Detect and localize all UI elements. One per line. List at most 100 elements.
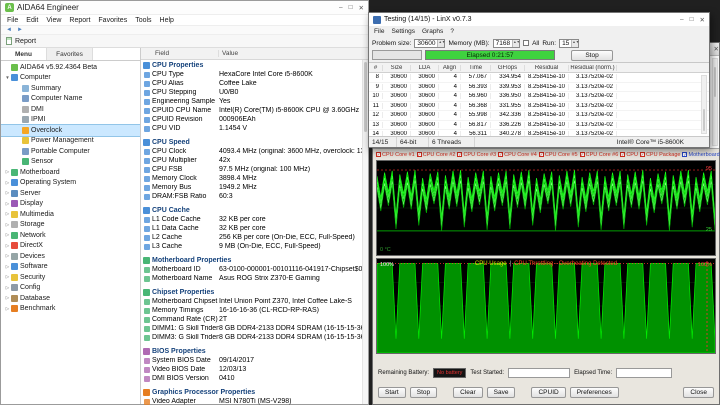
sidebar-item-motherboard[interactable]: ▷ Motherboard — [1, 167, 140, 178]
sidebar-item-server[interactable]: ▷ Server — [1, 188, 140, 199]
spinner-arrows-icon[interactable]: ▲▼ — [571, 39, 579, 47]
checkbox-icon[interactable]: ✓ — [579, 152, 585, 157]
menu-settings[interactable]: Settings — [391, 28, 415, 35]
sidebar-item-display[interactable]: ▷ Display — [1, 199, 140, 210]
minimize-icon[interactable]: – — [680, 16, 684, 24]
close-button[interactable]: Close — [683, 386, 714, 398]
detail-row[interactable]: CPU Alias Coffee Lake — [141, 79, 368, 88]
clear-button[interactable]: Clear — [453, 386, 483, 398]
maximize-icon[interactable]: □ — [349, 4, 353, 12]
sidebar-item-overclock[interactable]: Overclock — [1, 124, 140, 137]
back-icon[interactable]: ◄ — [6, 27, 12, 33]
sidebar-item-network[interactable]: ▷ Network — [1, 230, 140, 241]
legend-cpu-core-3[interactable]: ✓ CPU Core #3 — [457, 152, 496, 158]
detail-row[interactable]: Memory Clock 3898.4 MHz — [141, 174, 368, 183]
menu-file[interactable]: File — [7, 17, 18, 24]
detail-row[interactable]: CPUID Revision 000906EAh — [141, 115, 368, 124]
sidebar-item-directx[interactable]: ▷ DirectX — [1, 241, 140, 252]
all-checkbox[interactable] — [523, 40, 530, 46]
checkbox-icon[interactable]: ✓ — [457, 152, 463, 157]
menu-edit[interactable]: Edit — [26, 17, 38, 24]
detail-row[interactable]: Video BIOS Date 12/03/13 — [141, 365, 368, 374]
close-icon[interactable]: ✕ — [359, 4, 364, 12]
sidebar-item-power-management[interactable]: Power Management — [1, 136, 140, 147]
checkbox-icon[interactable]: ✓ — [620, 152, 626, 157]
detail-row[interactable]: DRAM:FSB Ratio 60:3 — [141, 192, 368, 201]
result-row[interactable]: 9 30600 30600 4 56.393 339.953 8.258415e-10 3.1… — [369, 83, 709, 92]
scrollbar-thumb[interactable] — [364, 62, 367, 132]
detail-row[interactable]: DIMM1: G Skill TridentZ F4-3...8 GB DDR4… — [141, 324, 368, 333]
sidebar-item-software[interactable]: ▷ Software — [1, 262, 140, 273]
detail-row[interactable]: Engineering Sample Yes — [141, 97, 368, 106]
sidebar-item-sensor[interactable]: Sensor — [1, 157, 140, 168]
sidebar-item-multimedia[interactable]: ▷ Multimedia — [1, 209, 140, 220]
sidebar-item-computer[interactable]: ▼ Computer — [1, 73, 140, 84]
detail-row[interactable]: DIMM3: G Skill TridentZ F4-3...8 GB DDR4… — [141, 333, 368, 342]
spinner-arrows-icon[interactable]: ▲▼ — [437, 39, 445, 47]
detail-row[interactable]: CPU Type HexaCore Intel Core i5-8600K — [141, 70, 368, 79]
detail-row[interactable]: System BIOS Date 09/14/2017 — [141, 356, 368, 365]
checkbox-icon[interactable]: ✓ — [498, 152, 504, 157]
close-icon[interactable]: ✕ — [714, 45, 719, 53]
result-row[interactable]: 8 30600 30600 4 57.067 334.954 8.258415e-10 3.1… — [369, 73, 709, 83]
detail-row[interactable]: L1 Data Cache 32 KB per core — [141, 224, 368, 233]
menu-view[interactable]: View — [46, 17, 61, 24]
report-button[interactable]: Report — [15, 38, 36, 45]
checkbox-icon[interactable]: ✓ — [682, 152, 688, 157]
preferences-button[interactable]: Preferences — [569, 386, 619, 398]
menu-favorites[interactable]: Favorites — [98, 17, 127, 24]
result-row[interactable]: 12 30600 30600 4 55.998 342.336 8.258415e-10 3.… — [369, 111, 709, 121]
checkbox-icon[interactable]: ✓ — [416, 152, 422, 157]
detail-row[interactable]: Motherboard Name Asus ROG Strix Z370-E Ga… — [141, 274, 368, 283]
sidebar-item-summary[interactable]: Summary — [1, 83, 140, 94]
sidebar-item-config[interactable]: ▷ Config — [1, 283, 140, 294]
menu-help[interactable]: Help — [160, 17, 174, 24]
legend-cpu-package[interactable]: ✓ CPU Package — [639, 152, 680, 158]
detail-row[interactable]: Memory Timings 16-16-16-36 (CL-RCD-RP-RAS… — [141, 306, 368, 315]
sidebar-item-benchmark[interactable]: ▷ Benchmark — [1, 304, 140, 315]
legend-cpu-core-4[interactable]: ✓ CPU Core #4 — [498, 152, 537, 158]
legend-cpu-core-2[interactable]: ✓ CPU Core #2 — [416, 152, 455, 158]
detail-row[interactable]: CPU FSB 97.5 MHz (original: 100 MHz) — [141, 165, 368, 174]
scrollbar-thumb[interactable] — [714, 67, 716, 97]
close-icon[interactable]: ✕ — [700, 16, 705, 24]
legend-cpu-core-5[interactable]: ✓ CPU Core #5 — [538, 152, 578, 158]
spinner-arrows-icon[interactable]: ▲▼ — [512, 39, 520, 47]
detail-row[interactable]: Video Adapter MSI N780Ti (MS-V298) — [141, 397, 368, 405]
table-scrollbar[interactable] — [701, 75, 707, 134]
detail-row[interactable]: Command Rate (CR) 2T — [141, 315, 368, 324]
sidebar-item-ipmi[interactable]: IPMI — [1, 115, 140, 126]
scrollbar-thumb[interactable] — [703, 109, 705, 131]
menu-[interactable]: ? — [450, 28, 454, 35]
sidebar-item-database[interactable]: ▷ Database — [1, 293, 140, 304]
detail-row[interactable]: CPU Clock 4093.4 MHz (original: 3600 MHz,… — [141, 147, 368, 156]
save-button[interactable]: Save — [486, 386, 516, 398]
minimize-icon[interactable]: – — [339, 4, 343, 12]
result-row[interactable]: 13 30600 30600 4 56.817 336.226 8.258415e-10 3.… — [369, 121, 709, 130]
maximize-icon[interactable]: □ — [690, 16, 694, 24]
detail-row[interactable]: CPUID CPU Name Intel(R) Core(TM) i5-8600K… — [141, 106, 368, 115]
sidebar-item-dmi[interactable]: DMI — [1, 104, 140, 115]
result-row[interactable]: 11 30600 30600 4 56.368 331.955 8.258415e-10 3.… — [369, 102, 709, 111]
result-row[interactable]: 10 30600 30600 4 56.960 336.950 8.258415e-10 3.… — [369, 92, 709, 102]
sidebar-item-security[interactable]: ▷ Security — [1, 272, 140, 283]
sidebar-item-portable-computer[interactable]: Portable Computer — [1, 146, 140, 157]
menu-report[interactable]: Report — [69, 17, 90, 24]
menu-tools[interactable]: Tools — [135, 17, 151, 24]
detail-row[interactable]: CPU VID 1.1454 V — [141, 124, 368, 133]
checkbox-icon[interactable]: ✓ — [538, 152, 544, 157]
run-field[interactable]: 15 ▲▼ — [559, 38, 580, 48]
tab-menu[interactable]: Menu — [1, 48, 47, 60]
detail-row[interactable]: Motherboard Chipset Intel Union Point Z37… — [141, 297, 368, 306]
sidebar-item-devices[interactable]: ▷ Devices — [1, 251, 140, 262]
checkbox-icon[interactable]: ✓ — [639, 152, 645, 157]
problem-size-field[interactable]: 30600 ▲▼ — [414, 38, 446, 48]
menu-file[interactable]: File — [374, 28, 384, 35]
sidebar-item-computer-name[interactable]: Computer Name — [1, 94, 140, 105]
result-row[interactable]: 14 30600 30600 4 56.311 340.278 8.258415e-10 3.… — [369, 130, 709, 136]
sidebar-item-aida64-v5-92-4364-beta[interactable]: AIDA64 v5.92.4364 Beta — [1, 62, 140, 73]
monitor-scrollbar[interactable] — [712, 58, 718, 146]
sidebar-item-operating-system[interactable]: ▷ Operating System — [1, 178, 140, 189]
detail-row[interactable]: CPU Stepping U0/B0 — [141, 88, 368, 97]
tab-favorites[interactable]: Favorites — [47, 48, 93, 60]
